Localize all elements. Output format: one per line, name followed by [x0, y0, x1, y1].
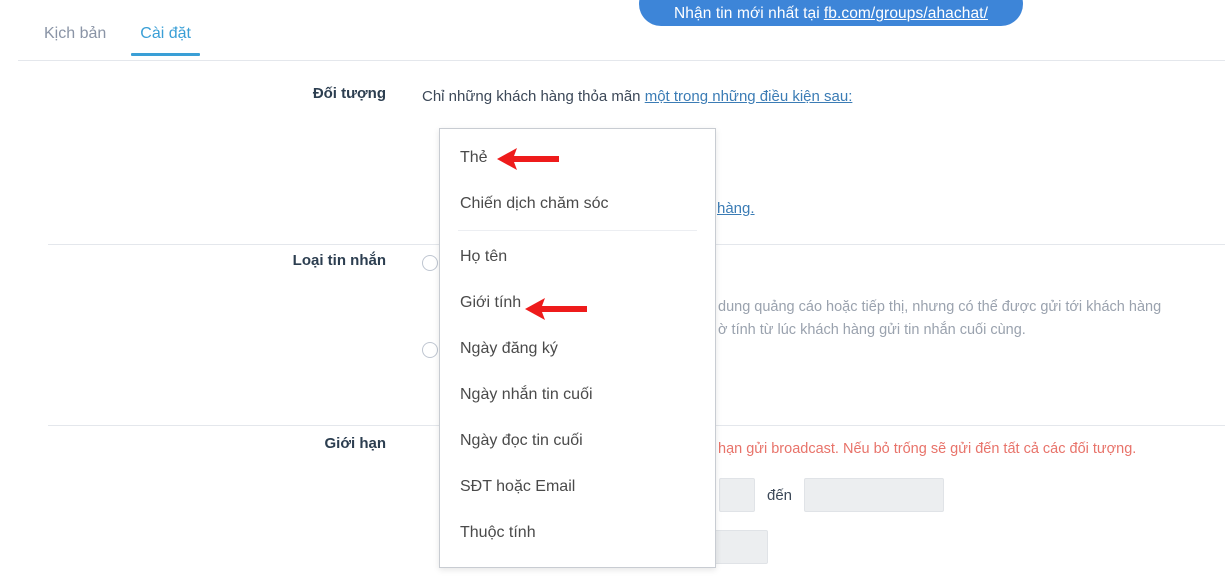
dropdown-item-ngay-doc-tin-cuoi[interactable]: Ngày đọc tin cuối	[440, 418, 715, 464]
radio-icon[interactable]	[422, 255, 438, 271]
limit-to-input[interactable]	[804, 478, 945, 512]
dropdown-item-chien-dich-cham-soc[interactable]: Chiến dịch chăm sóc	[440, 181, 715, 227]
message-type-helper: dung quảng cáo hoặc tiếp thị, nhưng có t…	[718, 296, 1218, 342]
tab-bar: Kịch bản Cài đặt	[0, 18, 1225, 61]
tab-bar-underline	[18, 60, 1225, 61]
limit-range-controls: đến	[719, 478, 945, 512]
dropdown-item-sdt-hoac-email[interactable]: SĐT hoặc Email	[440, 464, 715, 510]
dropdown-item-thuoc-tinh[interactable]: Thuộc tính	[440, 510, 715, 556]
audience-body: Chỉ những khách hàng thỏa mãn một trong …	[404, 85, 1225, 108]
radio-icon[interactable]	[422, 342, 438, 358]
limit-range-separator: đến	[767, 486, 793, 504]
dropdown-item-ho-ten[interactable]: Họ tên	[440, 234, 715, 280]
dropdown-item-ngay-dang-ky[interactable]: Ngày đăng ký	[440, 326, 715, 372]
dropdown-item-gioi-tinh[interactable]: Giới tính	[440, 280, 715, 326]
audience-condition-link-tail[interactable]: hàng.	[717, 200, 755, 217]
audience-text-prefix: Chỉ những khách hàng thỏa mãn	[422, 88, 641, 105]
dropdown-item-ngay-nhan-tin-cuoi[interactable]: Ngày nhắn tin cuối	[440, 372, 715, 418]
tab-kich-ban[interactable]: Kịch bản	[27, 18, 123, 56]
form-row-audience: Đối tượng Chỉ những khách hàng thỏa mãn …	[0, 85, 1225, 108]
limit-alert: hạn gửi broadcast. Nếu bỏ trống sẽ gửi đ…	[718, 440, 1218, 457]
audience-condition-link[interactable]: một trong những điều kiện sau:	[645, 88, 853, 105]
message-type-helper-line-1: dung quảng cáo hoặc tiếp thị, nhưng có t…	[718, 299, 1162, 315]
attribute-dropdown-menu[interactable]: Thẻ Chiến dịch chăm sóc Họ tên Giới tính…	[439, 128, 716, 568]
dropdown-item-the[interactable]: Thẻ	[440, 135, 715, 181]
dropdown-divider	[458, 230, 697, 231]
limit-alert-text: hạn gửi broadcast. Nếu bỏ trống sẽ gửi đ…	[718, 441, 1137, 457]
tab-cai-dat[interactable]: Cài đặt	[123, 18, 208, 56]
label-message-type: Loại tin nhắn	[292, 252, 386, 269]
limit-from-input[interactable]	[719, 478, 755, 512]
message-type-helper-line-2: ờ tính từ lúc khách hàng gửi tin nhắn cu…	[718, 322, 1026, 339]
label-audience: Đối tượng	[312, 85, 386, 102]
audience-condition-link-tail-wrap: hàng.	[717, 200, 755, 217]
label-limit: Giới hạn	[324, 435, 386, 452]
